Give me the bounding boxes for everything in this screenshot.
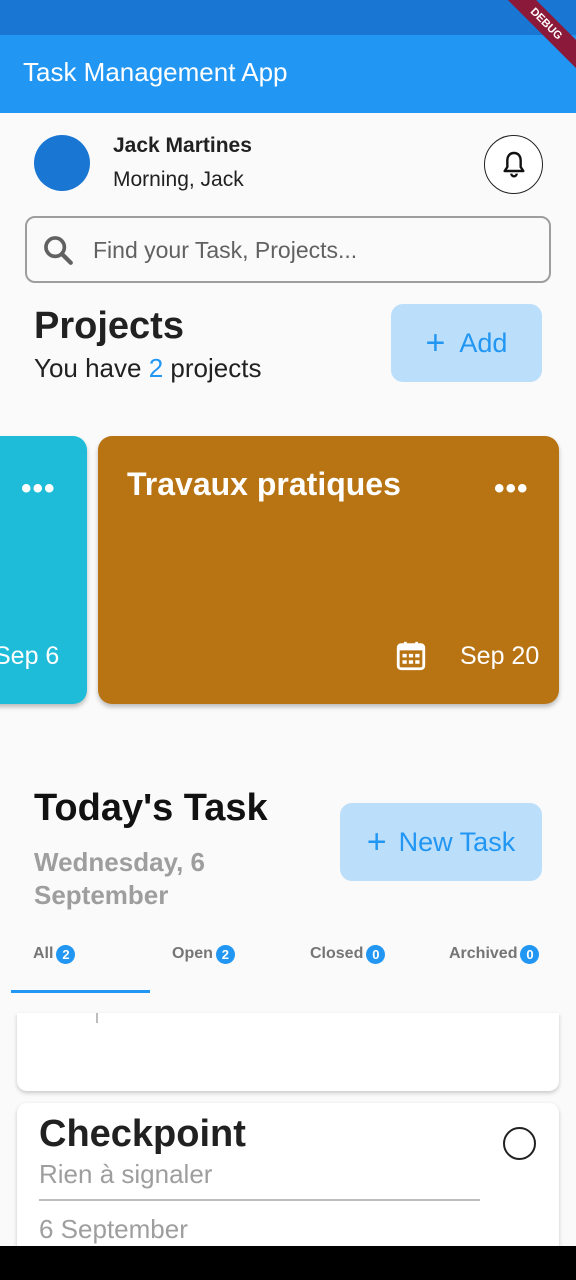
projects-count: 2 bbox=[148, 353, 164, 383]
debug-label: DEBUG bbox=[496, 0, 576, 74]
task-divider bbox=[39, 1199, 480, 1201]
tab-count-badge: 0 bbox=[520, 945, 540, 964]
search-input[interactable] bbox=[93, 234, 533, 266]
calendar-icon bbox=[396, 641, 426, 671]
tab-label: Closed bbox=[310, 945, 364, 962]
project-card[interactable]: Travaux pratiques ••• Sep 20 bbox=[98, 436, 559, 704]
tab-indicator bbox=[11, 990, 150, 993]
task-complete-radio[interactable] bbox=[503, 1127, 536, 1160]
new-task-label: New Task bbox=[398, 826, 516, 857]
projects-summary-prefix: You have bbox=[34, 353, 142, 383]
search-box[interactable] bbox=[25, 216, 551, 283]
more-icon[interactable]: ••• bbox=[21, 474, 56, 504]
bell-icon bbox=[502, 151, 525, 177]
new-task-button[interactable]: + New Task bbox=[340, 803, 542, 881]
projects-summary-suffix: projects bbox=[170, 353, 262, 383]
tab-label: Archived bbox=[449, 945, 518, 962]
tab-open[interactable]: Open 2 bbox=[172, 945, 235, 995]
app-title: Task Management App bbox=[23, 57, 288, 87]
tab-count-badge: 0 bbox=[366, 945, 386, 964]
tab-count-badge: 2 bbox=[56, 945, 76, 964]
project-date: Sep 6 bbox=[0, 642, 60, 670]
app-bar: Task Management App bbox=[0, 35, 576, 113]
more-icon[interactable]: ••• bbox=[494, 474, 529, 504]
notifications-button[interactable] bbox=[484, 135, 543, 194]
task-date: 6 September bbox=[39, 1214, 188, 1244]
tab-label: All bbox=[33, 945, 54, 962]
task-divider bbox=[96, 1013, 98, 1023]
status-bar bbox=[0, 0, 576, 35]
tab-archived[interactable]: Archived 0 bbox=[449, 945, 540, 995]
add-project-label: Add bbox=[459, 327, 508, 358]
projects-heading: Projects bbox=[34, 305, 184, 347]
task-description: Rien à signaler bbox=[39, 1159, 213, 1189]
main-content: Jack Martines Morning, Jack Projects You… bbox=[0, 113, 576, 1246]
tab-count-badge: 2 bbox=[215, 945, 235, 964]
task-card[interactable]: Checkpoint Rien à signaler 6 September bbox=[17, 1103, 559, 1246]
user-greeting: Morning, Jack bbox=[113, 168, 244, 191]
plus-icon: + bbox=[425, 324, 446, 362]
plus-icon: + bbox=[366, 823, 387, 861]
avatar[interactable] bbox=[34, 135, 90, 191]
today-date: Wednesday, 6 September bbox=[34, 847, 205, 910]
today-heading: Today's Task bbox=[34, 787, 268, 829]
project-title: Travaux pratiques bbox=[127, 466, 401, 502]
search-icon bbox=[44, 236, 73, 265]
task-card[interactable] bbox=[17, 1013, 559, 1091]
tab-label: Open bbox=[172, 945, 213, 962]
tab-all[interactable]: All 2 bbox=[33, 945, 76, 995]
debug-banner: DEBUG bbox=[496, 0, 576, 80]
system-navigation-bar bbox=[0, 1246, 576, 1280]
projects-summary: You have 2 projects bbox=[34, 353, 261, 384]
user-name: Jack Martines bbox=[113, 134, 252, 157]
task-title: Checkpoint bbox=[39, 1113, 246, 1155]
tab-closed[interactable]: Closed 0 bbox=[310, 945, 386, 995]
add-project-button[interactable]: + Add bbox=[391, 304, 542, 382]
project-card[interactable]: ••• Sep 6 bbox=[0, 436, 87, 704]
project-date: Sep 20 bbox=[460, 642, 540, 670]
